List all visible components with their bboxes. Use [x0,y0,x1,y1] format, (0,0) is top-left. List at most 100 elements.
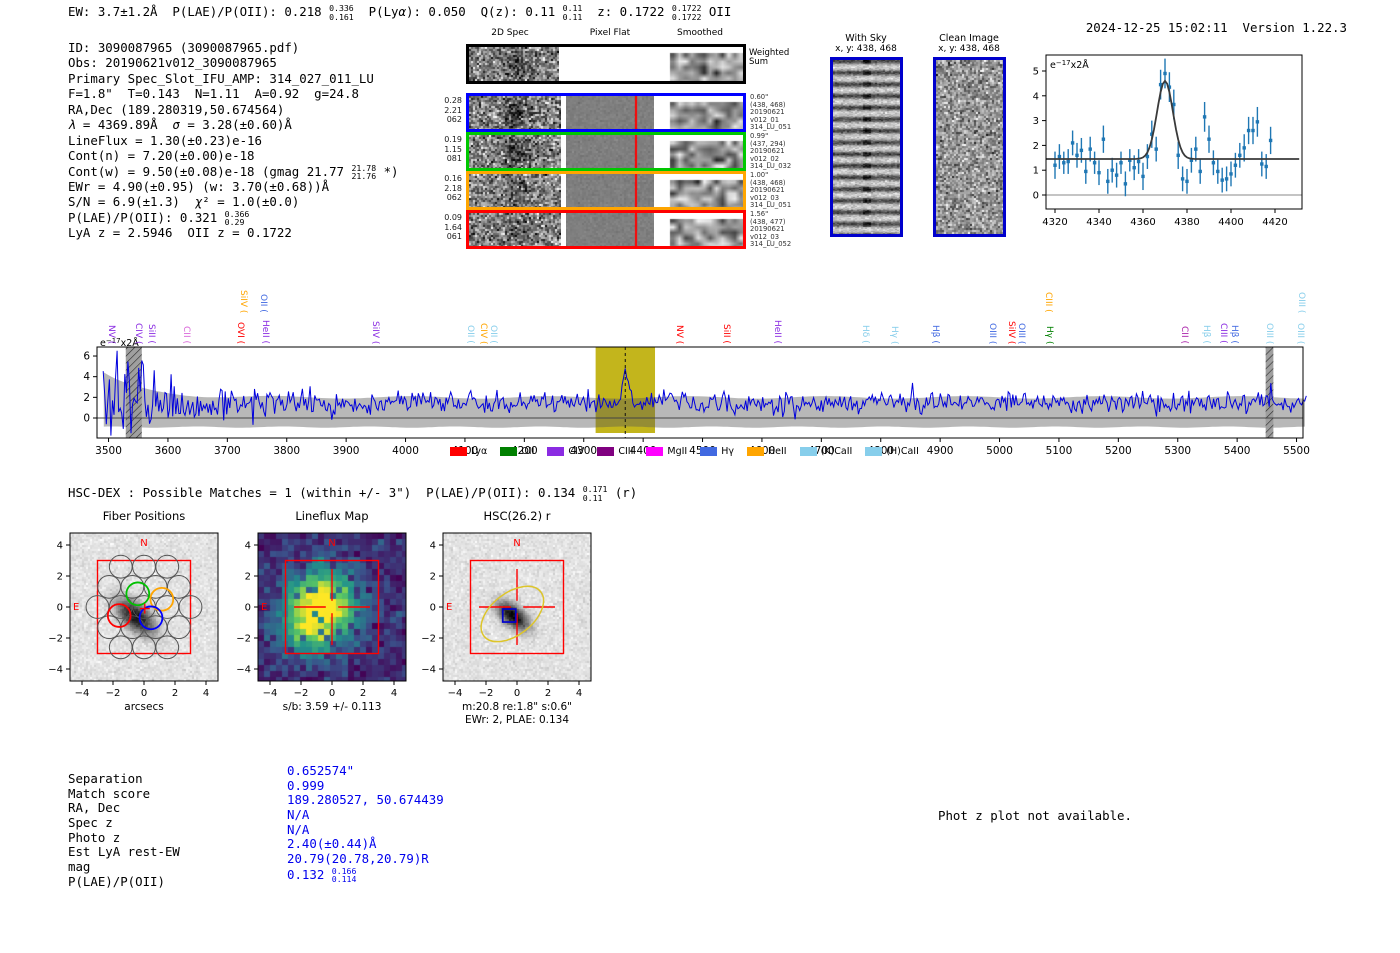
data-point [1067,160,1070,163]
sky-line-masked-band [1266,347,1274,438]
x-tick-label: 2 [545,688,551,699]
detection-info-block: ID: 3090087965 (3090087965.pdf)Obs: 2019… [68,40,399,241]
text-segment: S/N = 6.9(±1.3) [68,194,195,209]
y-tick-label: −4 [236,665,251,676]
emission-line-label: OIII ( [1016,323,1026,344]
clean-image [933,57,1006,237]
text-segment: Cont(w) = 9.50(±0.08)e-18 (gmag 21.77 [68,164,351,179]
info-line: S/N = 6.9(±1.3) χ² = 1.0(±0.0) [68,194,399,209]
hsc-dex-match-header: HSC-DEX : Possible Matches = 1 (within +… [68,485,637,502]
data-point [1251,129,1254,132]
data-point [1194,147,1197,150]
data-point [1071,141,1074,144]
data-point [1053,164,1056,167]
data-point [1221,178,1224,181]
legend-label: CIII [618,446,633,457]
pixel-flat-blank [559,47,658,81]
info-line: Cont(w) = 9.50(±0.08)e-18 (gmag 21.77 21… [68,164,399,179]
text-segment: Primary Spec_Slot_IFU_AMP: 314_027_011_L… [68,71,374,86]
y-tick-label: 4 [83,371,90,383]
text-segment: 189.280527, 50.674439 [287,792,444,807]
emission-line-label: HeII ( [772,320,782,344]
legend-label: (H)CaII [886,446,919,457]
report-version: Version 1.22.3 [1243,20,1347,35]
data-point [1062,161,1065,164]
legend-item: MgII [646,446,687,457]
fiber-row-id: 0.99"(437, 294)20190621v012_02314_LU_032 [750,133,791,171]
cutout-caption: s/b: 3.59 +/- 0.113 [283,701,382,713]
emission-line-label: CIII ( [1218,323,1228,344]
weight-line: 061 [436,232,462,242]
text-segment: EWr = 4.90(±0.95) (w: 3.70(±0.68))Å [68,179,329,194]
info-line: Primary Spec_Slot_IFU_AMP: 314_027_011_L… [68,71,399,86]
x-tick-label: 4900 [927,445,954,457]
cutout-caption: m:20.8 re:1.8" s:0.6" [462,701,572,713]
emission-line-label: Hβ ( [1229,325,1239,344]
info-line: LineFlux = 1.30(±0.23)e-16 [68,133,399,148]
text-segment: 0.999 [287,778,324,793]
emission-line-label: Hδ ( [860,325,870,344]
y-tick-label: 4 [430,541,436,552]
data-point [1137,160,1140,163]
text-segment: N/A [287,822,309,837]
stacked-fraction: 0.3360.161 [329,4,354,21]
data-point [1265,165,1268,168]
text-segment: ID: 3090087965 (3090087965.pdf) [68,40,299,55]
smoothed-image [658,135,743,168]
y-tick-label: 6 [83,351,90,363]
id-line: 314_LU_051 [750,202,791,210]
match-label: Photo z [68,831,180,846]
y-tick-label: 4 [1033,91,1039,102]
cutout-caption: arcsecs [124,701,163,713]
weight-line: 0.09 [436,213,462,223]
y-tick-label: −2 [48,634,63,645]
pixel-flat-image [566,135,654,168]
legend-color-chip [450,447,467,456]
pixel-flat-image [566,96,654,129]
text-segment: 20.79(20.78,20.79)R [287,851,429,866]
selected-fiber-circle [126,582,149,605]
legend-color-chip [865,447,882,456]
data-point [1207,138,1210,141]
weight-line: 2.18 [436,184,462,194]
data-point [1269,139,1272,142]
legend-item: HeII [747,446,787,457]
y-tick-label: 0 [430,603,436,614]
sky-line-masked-band [126,347,142,438]
data-point [1102,138,1105,141]
sky-panel-coords: x, y: 438, 468 [835,44,897,54]
emission-line-label: OII ( [258,294,268,313]
x-tick-label: 5400 [1224,445,1251,457]
report-datetime: 2024-12-25 15:02:11 [1086,20,1228,35]
spec2d-image [469,135,561,168]
cutout-title: HSC(26.2) r [484,509,551,523]
flux-units-label: e−17x2Å [1050,59,1089,71]
data-point [1243,146,1246,149]
emission-line-label: Hβ ( [930,325,940,344]
legend-label: OII [521,446,534,457]
data-point [1238,154,1241,157]
spec2d-col-header: 2D Spec [491,28,528,38]
x-tick-label: 5300 [1164,445,1191,457]
x-tick-label: 3900 [333,445,360,457]
report-meta: 2024-12-25 15:02:11 Version 1.22.3 [1056,5,1347,50]
fiber-overlay: Fiber Positions−4−4−2−2002244NEarcsecs [40,503,250,729]
weight-line: 062 [436,193,462,203]
text-segment: ² = 1.0(±0.0) [202,194,299,209]
y-tick-label: 4 [57,541,63,552]
spec2d-image [469,47,559,81]
match-label: P(LAE)/P(OII) [68,875,180,890]
legend-color-chip [646,447,663,456]
lineflux-overlay: Lineflux Map−4−4−2−2002244NEs/b: 3.59 +/… [228,503,438,729]
match-label: Est LyA rest-EW [68,845,180,860]
selected-fiber-circle [140,606,163,629]
info-line: RA,Dec (189.280319,50.674564) [68,102,399,117]
text-segment: (r) [607,485,637,500]
match-value: 189.280527, 50.674439 [287,793,444,808]
match-value: N/A [287,808,444,823]
data-point [1185,180,1188,183]
data-point [1124,182,1127,185]
text-segment: 0.132 [287,867,332,882]
fiber-circle [109,636,132,659]
legend-color-chip [547,447,564,456]
